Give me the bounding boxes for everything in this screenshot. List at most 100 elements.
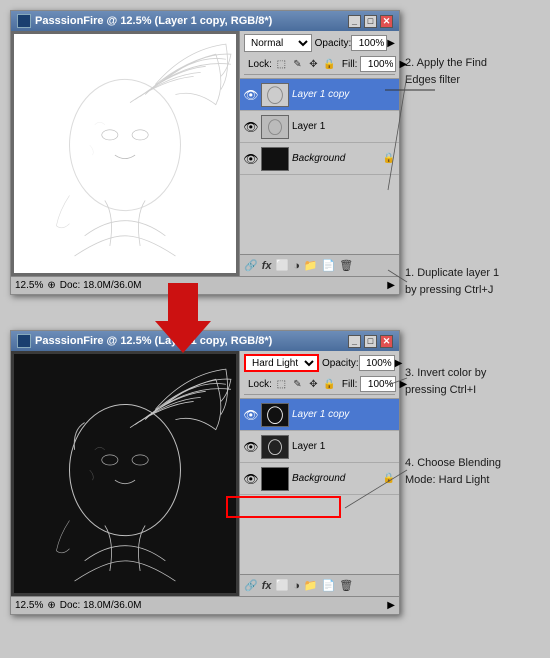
step3-text: 3. Invert color bypressing Ctrl+I xyxy=(405,367,486,396)
bottom-doc-label: Doc: 18.0M/36.0M xyxy=(60,600,142,611)
top-layer-thumb-copy xyxy=(261,83,289,107)
top-opacity-arrow: ▶ xyxy=(387,38,395,49)
top-opacity-label: Opacity: xyxy=(315,38,352,49)
arrow-shaft xyxy=(168,283,198,325)
bottom-fill-label: Fill: xyxy=(342,379,358,390)
top-canvas-area xyxy=(11,31,239,276)
step2-line xyxy=(380,80,440,110)
bottom-adjustment-button[interactable]: ◑ xyxy=(293,580,300,592)
bottom-layer-item-bg[interactable]: 👁 Background 🔒 xyxy=(240,463,399,495)
bottom-layer-thumb-bg xyxy=(261,467,289,491)
top-fill-label: Fill: xyxy=(342,59,358,70)
down-arrow-container xyxy=(155,283,211,353)
bottom-blend-row: Hard Light Opacity: ▶ xyxy=(244,354,395,372)
bottom-layers-bottom-toolbar: 🔗 fx ⬜ ◑ 📁 📄 🗑 xyxy=(240,574,399,596)
top-layer-eye-copy[interactable]: 👁 xyxy=(244,88,258,102)
bottom-layers-panel: Hard Light Opacity: ▶ Lock: ⬚ ✎ ✥ 🔒 Fi xyxy=(239,351,399,596)
bottom-restore-button[interactable]: □ xyxy=(364,335,377,348)
top-window-body: Normal Opacity: ▶ Lock: ⬚ ✎ ✥ 🔒 Fill: xyxy=(11,31,399,276)
top-delete-button[interactable]: 🗑 xyxy=(339,259,353,272)
minimize-button[interactable]: _ xyxy=(348,15,361,28)
bottom-layer-item-copy[interactable]: 👁 Layer 1 copy xyxy=(240,399,399,431)
top-group-button[interactable]: 📁 xyxy=(304,259,318,272)
step4-text: 4. Choose BlendingMode: Hard Light xyxy=(405,457,501,486)
bottom-sketch-canvas xyxy=(14,354,236,593)
bottom-lock-brush-icon[interactable]: ✎ xyxy=(291,378,304,391)
top-layer-item-copy[interactable]: 👁 Layer 1 copy xyxy=(240,79,399,111)
bottom-link-button[interactable]: 🔗 xyxy=(244,579,258,592)
bottom-close-button[interactable]: ✕ xyxy=(380,335,393,348)
bottom-layer-lock-icon: 🔒 xyxy=(383,473,395,484)
bottom-mask-button[interactable]: ⬜ xyxy=(275,579,289,592)
top-opacity-input[interactable] xyxy=(351,35,387,51)
bottom-canvas-area xyxy=(11,351,239,596)
bottom-layer-name-copy: Layer 1 copy xyxy=(292,409,395,420)
top-zoom-icon: ⊕ xyxy=(47,280,55,291)
step4-annotation: 4. Choose BlendingMode: Hard Light xyxy=(405,455,501,488)
step1-annotation: 1. Duplicate layer 1by pressing Ctrl+J xyxy=(405,265,499,298)
close-button[interactable]: ✕ xyxy=(380,15,393,28)
bottom-lock-row: Lock: ⬚ ✎ ✥ 🔒 Fill: ▶ xyxy=(244,374,395,395)
top-layer-eye-bg[interactable]: 👁 xyxy=(244,152,258,166)
lock-transparent-icon[interactable]: ⬚ xyxy=(275,58,288,71)
bottom-delete-button[interactable]: 🗑 xyxy=(339,579,353,592)
lock-all-icon[interactable]: 🔒 xyxy=(323,58,336,71)
top-sketch-canvas xyxy=(14,34,236,273)
top-layers-controls: Normal Opacity: ▶ Lock: ⬚ ✎ ✥ 🔒 Fill: xyxy=(240,31,399,79)
bottom-lock-label: Lock: xyxy=(248,379,272,390)
top-layers-bottom-toolbar: 🔗 fx ⬜ ◑ 📁 📄 🗑 xyxy=(240,254,399,276)
top-layer-thumb-1 xyxy=(261,115,289,139)
top-new-layer-button[interactable]: 📄 xyxy=(322,259,336,272)
bottom-fx-button[interactable]: fx xyxy=(262,580,272,592)
top-layers-panel: Normal Opacity: ▶ Lock: ⬚ ✎ ✥ 🔒 Fill: xyxy=(239,31,399,276)
bottom-fill-input[interactable] xyxy=(360,376,396,392)
bottom-statusbar: 12.5% ⊕ Doc: 18.0M/36.0M ▶ xyxy=(11,596,399,614)
lock-move-icon[interactable]: ✥ xyxy=(307,58,320,71)
top-fx-button[interactable]: fx xyxy=(262,260,272,272)
top-nav-arrow[interactable]: ▶ xyxy=(387,280,395,291)
bottom-blend-mode-select[interactable]: Hard Light xyxy=(244,354,319,372)
bottom-minimize-button[interactable]: _ xyxy=(348,335,361,348)
bottom-lock-all-icon[interactable]: 🔒 xyxy=(323,378,336,391)
top-layer-name-1: Layer 1 xyxy=(292,121,395,132)
step1-text: 1. Duplicate layer 1by pressing Ctrl+J xyxy=(405,267,499,296)
bottom-sketch-svg xyxy=(14,354,236,586)
top-mask-button[interactable]: ⬜ xyxy=(275,259,289,272)
bottom-layer-eye-1[interactable]: 👁 xyxy=(244,440,258,454)
bottom-nav-arrow[interactable]: ▶ xyxy=(387,600,395,611)
top-doc-label: Doc: 18.0M/36.0M xyxy=(60,280,142,291)
bottom-lock-move-icon[interactable]: ✥ xyxy=(307,378,320,391)
bottom-zoom-label: 12.5% xyxy=(15,600,43,611)
top-photoshop-window: PasssionFire @ 12.5% (Layer 1 copy, RGB/… xyxy=(10,10,400,295)
top-fill-input[interactable] xyxy=(360,56,396,72)
top-lock-icons: ⬚ ✎ ✥ 🔒 xyxy=(275,58,336,71)
bottom-lock-transparent-icon[interactable]: ⬚ xyxy=(275,378,288,391)
top-zoom-label: 12.5% xyxy=(15,280,43,291)
bottom-group-button[interactable]: 📁 xyxy=(304,579,318,592)
top-layer-thumb-bg xyxy=(261,147,289,171)
bottom-layer-name-bg: Background xyxy=(292,473,380,484)
window-controls: _ □ ✕ xyxy=(348,15,393,28)
top-lock-label: Lock: xyxy=(248,59,272,70)
top-layer-item-1[interactable]: 👁 Layer 1 xyxy=(240,111,399,143)
top-layer-eye-1[interactable]: 👁 xyxy=(244,120,258,134)
bottom-opacity-input[interactable] xyxy=(359,355,395,371)
bottom-layer-name-1: Layer 1 xyxy=(292,441,395,452)
bottom-layer-eye-copy[interactable]: 👁 xyxy=(244,408,258,422)
down-arrow xyxy=(155,283,211,353)
top-adjustment-button[interactable]: ◑ xyxy=(293,260,300,272)
lock-brush-icon[interactable]: ✎ xyxy=(291,58,304,71)
arrow-head xyxy=(155,321,211,353)
top-link-button[interactable]: 🔗 xyxy=(244,259,258,272)
bottom-lock-icons: ⬚ ✎ ✥ 🔒 xyxy=(275,378,336,391)
bottom-new-layer-button[interactable]: 📄 xyxy=(322,579,336,592)
bottom-zoom-icon: ⊕ xyxy=(47,600,55,611)
bottom-layer-eye-bg[interactable]: 👁 xyxy=(244,472,258,486)
restore-button[interactable]: □ xyxy=(364,15,377,28)
top-blend-row: Normal Opacity: ▶ xyxy=(244,34,395,52)
top-blend-mode-select[interactable]: Normal xyxy=(244,34,312,52)
top-layer-lock-icon: 🔒 xyxy=(383,153,395,164)
top-layer-item-bg[interactable]: 👁 Background 🔒 xyxy=(240,143,399,175)
bottom-layer-item-1[interactable]: 👁 Layer 1 xyxy=(240,431,399,463)
ps-app-icon xyxy=(17,14,31,28)
